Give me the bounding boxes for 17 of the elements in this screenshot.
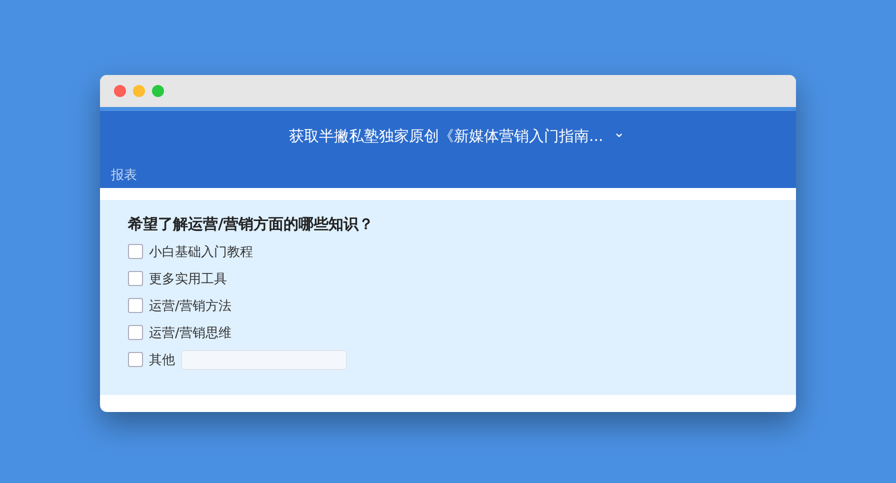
option-label: 其他	[149, 352, 175, 368]
dropdown-icon[interactable]: ⌄	[613, 126, 626, 140]
form-title: 获取半撇私塾独家原创《新媒体营销入门指南...	[288, 126, 604, 146]
checkbox[interactable]	[128, 298, 143, 313]
checkbox[interactable]	[128, 271, 143, 286]
close-button[interactable]	[114, 85, 126, 97]
option-label: 小白基础入门教程	[149, 244, 253, 260]
option-label: 运营/营销思维	[149, 324, 232, 342]
maximize-button[interactable]	[152, 85, 164, 97]
checkbox[interactable]	[128, 325, 143, 340]
question-title: 希望了解运营/营销方面的哪些知识？	[128, 215, 374, 234]
minimize-button[interactable]	[133, 85, 145, 97]
checkbox[interactable]	[128, 352, 143, 367]
option-label: 更多实用工具	[149, 270, 227, 288]
report-tab[interactable]: 报表	[111, 166, 137, 184]
checkbox[interactable]	[128, 244, 143, 259]
option-label: 运营/营销方法	[149, 298, 232, 314]
